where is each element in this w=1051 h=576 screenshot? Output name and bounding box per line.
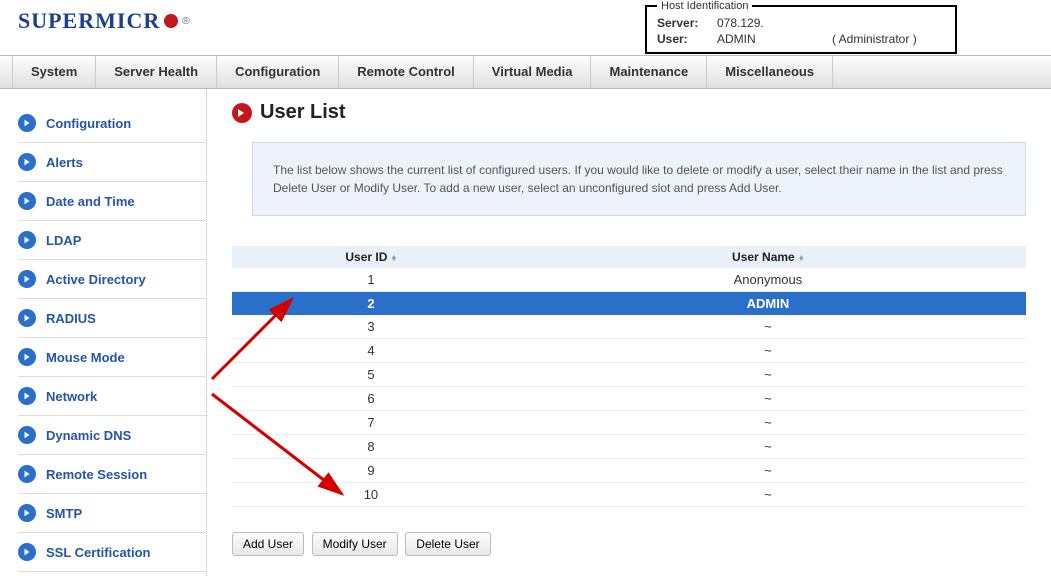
sidebar-item-label: Remote Session: [46, 467, 147, 482]
host-server-label: Server:: [657, 16, 717, 30]
cell-user-id: 8: [232, 435, 510, 459]
cell-user-name: ~: [510, 315, 1026, 339]
page-title-arrow-icon: [232, 103, 252, 123]
host-identification-box: Host Identification Server: 078.129. Use…: [645, 0, 957, 54]
arrow-right-icon: [18, 192, 36, 210]
cell-user-name: ADMIN: [510, 292, 1026, 316]
arrow-right-icon: [18, 504, 36, 522]
host-legend: Host Identification: [657, 0, 752, 12]
arrow-right-icon: [18, 270, 36, 288]
sidebar-item-label: Active Directory: [46, 272, 146, 287]
arrow-right-icon: [18, 114, 36, 132]
sidebar-item-ssl-certification[interactable]: SSL Certification: [18, 533, 206, 572]
nav-tab-virtual-media[interactable]: Virtual Media: [474, 56, 592, 88]
arrow-right-icon: [18, 426, 36, 444]
nav-tab-system[interactable]: System: [12, 56, 96, 88]
arrow-right-icon: [18, 543, 36, 561]
sidebar-item-radius[interactable]: RADIUS: [18, 299, 206, 338]
table-row[interactable]: 3~: [232, 315, 1026, 339]
cell-user-name: ~: [510, 483, 1026, 507]
sidebar-item-configuration[interactable]: Configuration: [18, 104, 206, 143]
brand-logo: SUPERMICR ®: [18, 8, 190, 34]
sidebar-item-label: Dynamic DNS: [46, 428, 131, 443]
table-row[interactable]: 1Anonymous: [232, 268, 1026, 292]
cell-user-id: 10: [232, 483, 510, 507]
cell-user-id: 5: [232, 363, 510, 387]
cell-user-name: ~: [510, 387, 1026, 411]
sidebar-item-remote-session[interactable]: Remote Session: [18, 455, 206, 494]
host-user-value: ADMIN: [717, 32, 832, 46]
cell-user-id: 9: [232, 459, 510, 483]
sidebar-item-dynamic-dns[interactable]: Dynamic DNS: [18, 416, 206, 455]
nav-tab-configuration[interactable]: Configuration: [217, 56, 339, 88]
modify-user-button[interactable]: Modify User: [312, 532, 398, 556]
table-row[interactable]: 4~: [232, 339, 1026, 363]
brand-dot-icon: [164, 14, 178, 28]
cell-user-name: ~: [510, 339, 1026, 363]
add-user-button[interactable]: Add User: [232, 532, 304, 556]
sidebar-item-label: SMTP: [46, 506, 82, 521]
sidebar-item-label: RADIUS: [46, 311, 96, 326]
arrow-right-icon: [18, 153, 36, 171]
table-row[interactable]: 7~: [232, 411, 1026, 435]
sidebar-item-label: SSL Certification: [46, 545, 151, 560]
sidebar-item-smtp[interactable]: SMTP: [18, 494, 206, 533]
host-user-role: ( Administrator ): [832, 32, 932, 46]
cell-user-id: 7: [232, 411, 510, 435]
cell-user-name: ~: [510, 411, 1026, 435]
cell-user-name: Anonymous: [510, 268, 1026, 292]
main-content: User List The list below shows the curre…: [207, 89, 1051, 576]
sort-icon: ♦: [799, 253, 804, 264]
nav-tab-remote-control[interactable]: Remote Control: [339, 56, 474, 88]
sidebar-item-network[interactable]: Network: [18, 377, 206, 416]
arrow-right-icon: [18, 465, 36, 483]
sidebar: Configuration Alerts Date and Time LDAP Acti…: [0, 89, 207, 576]
sidebar-item-label: Configuration: [46, 116, 131, 131]
delete-user-button[interactable]: Delete User: [405, 532, 490, 556]
table-row[interactable]: 6~: [232, 387, 1026, 411]
cell-user-id: 1: [232, 268, 510, 292]
sidebar-item-label: LDAP: [46, 233, 81, 248]
arrow-right-icon: [18, 231, 36, 249]
arrow-right-icon: [18, 348, 36, 366]
col-user-name[interactable]: User Name♦: [510, 246, 1026, 268]
cell-user-name: ~: [510, 435, 1026, 459]
sidebar-item-ldap[interactable]: LDAP: [18, 221, 206, 260]
cell-user-name: ~: [510, 459, 1026, 483]
arrow-right-icon: [18, 309, 36, 327]
sidebar-item-alerts[interactable]: Alerts: [18, 143, 206, 182]
brand-text: SUPERMICR: [18, 8, 160, 34]
table-row[interactable]: 10~: [232, 483, 1026, 507]
info-box: The list below shows the current list of…: [252, 142, 1026, 216]
sidebar-item-label: Mouse Mode: [46, 350, 125, 365]
sidebar-item-label: Date and Time: [46, 194, 135, 209]
main-nav: SystemServer HealthConfigurationRemote C…: [0, 55, 1051, 89]
nav-tab-miscellaneous[interactable]: Miscellaneous: [707, 56, 833, 88]
nav-tab-server-health[interactable]: Server Health: [96, 56, 217, 88]
registered-icon: ®: [182, 16, 189, 27]
host-user-label: User:: [657, 32, 717, 46]
arrow-right-icon: [18, 387, 36, 405]
sidebar-item-label: Alerts: [46, 155, 83, 170]
sort-icon: ♦: [391, 253, 396, 264]
cell-user-id: 6: [232, 387, 510, 411]
table-row[interactable]: 9~: [232, 459, 1026, 483]
table-row[interactable]: 2ADMIN: [232, 292, 1026, 316]
col-user-id[interactable]: User ID♦: [232, 246, 510, 268]
cell-user-id: 4: [232, 339, 510, 363]
table-row[interactable]: 5~: [232, 363, 1026, 387]
table-row[interactable]: 8~: [232, 435, 1026, 459]
sidebar-item-label: Network: [46, 389, 97, 404]
sidebar-item-date-and-time[interactable]: Date and Time: [18, 182, 206, 221]
sidebar-item-mouse-mode[interactable]: Mouse Mode: [18, 338, 206, 377]
cell-user-name: ~: [510, 363, 1026, 387]
sidebar-item-active-directory[interactable]: Active Directory: [18, 260, 206, 299]
user-table: User ID♦ User Name♦ 1Anonymous2ADMIN3~4~…: [232, 246, 1026, 507]
nav-tab-maintenance[interactable]: Maintenance: [591, 56, 707, 88]
host-server-value: 078.129.: [717, 16, 832, 30]
page-title: User List: [260, 101, 346, 124]
cell-user-id: 3: [232, 315, 510, 339]
cell-user-id: 2: [232, 292, 510, 316]
